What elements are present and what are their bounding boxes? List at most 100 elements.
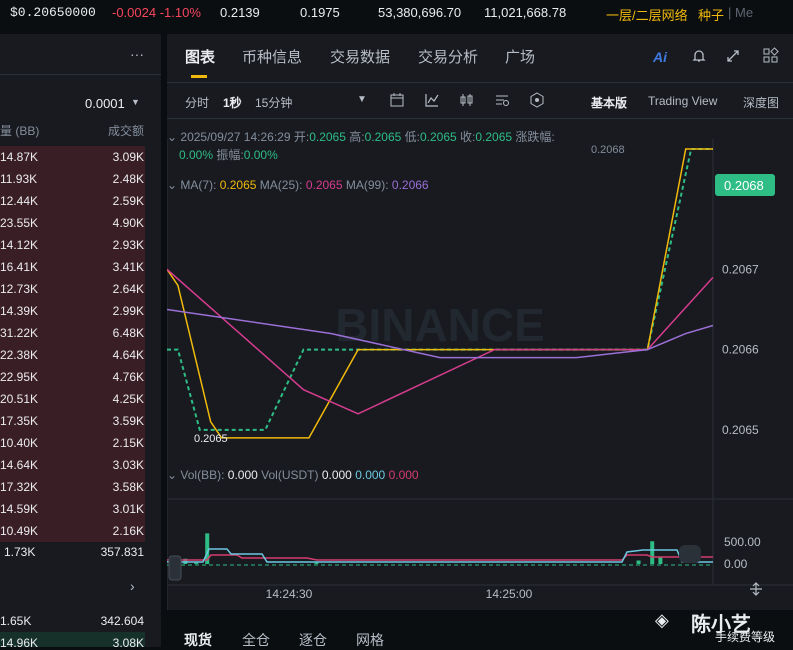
interval-15m-button[interactable]: 15分钟 (255, 94, 292, 111)
ask-row[interactable]: 17.35K 3.59K (0, 410, 161, 432)
tab-isolated-margin[interactable]: 逐仓 (299, 630, 327, 650)
chevron-right-icon[interactable]: › (130, 578, 135, 594)
view-basic-button[interactable]: 基本版 (591, 94, 627, 111)
hexagon-icon[interactable] (529, 92, 545, 108)
settings-icon[interactable] (494, 92, 510, 108)
col-total-header: 成交额 (107, 124, 144, 138)
ask-row[interactable]: 22.38K 4.64K (0, 344, 161, 366)
col-qty-header: 量 (BB) (0, 124, 40, 138)
ask-row[interactable]: 12.44K 2.59K (0, 190, 161, 212)
vol-axis-tick: 0.00 (724, 557, 748, 571)
collapse-icon[interactable]: ⌄ (167, 468, 177, 482)
ask-row[interactable]: 14.12K 2.93K (0, 234, 161, 256)
vol-ma-line (167, 554, 713, 561)
ask-total: 6.48K (112, 326, 144, 340)
ask-row[interactable]: 12.73K 2.64K (0, 278, 161, 300)
mid-row[interactable]: 1.73K 357.831 (0, 541, 161, 563)
ask-row[interactable]: 14.87K 3.09K (0, 146, 161, 168)
calendar-icon[interactable] (389, 92, 405, 108)
ask-total: 2.93K (112, 238, 144, 252)
vol-quote-label: Vol(USDT) (261, 468, 319, 482)
ask-row[interactable]: 14.64K 3.03K (0, 454, 161, 476)
ask-row[interactable]: 14.39K 2.99K (0, 300, 161, 322)
mid-qty: 1.73K (4, 545, 36, 559)
bid-row[interactable]: 14.96K 3.08K (0, 632, 161, 647)
ask-qty: 14.39K (0, 304, 39, 318)
ask-row[interactable]: 16.41K 3.41K (0, 256, 161, 278)
ask-row[interactable]: 17.32K 3.58K (0, 476, 161, 498)
ask-total: 4.25K (112, 392, 144, 406)
ask-qty: 22.38K (0, 348, 39, 362)
low-marker-label: 0.2065 (194, 433, 228, 445)
ticker-tag-more[interactable]: | Me (728, 5, 753, 20)
ask-row[interactable]: 11.93K 2.48K (0, 168, 161, 190)
view-tradingview-button[interactable]: Trading View (648, 94, 717, 108)
time-sharing-button[interactable]: 分时 (185, 94, 209, 111)
ask-total: 3.01K (112, 502, 144, 516)
price-axis-tick: 0.2066 (722, 343, 759, 357)
bid-total: 342.604 (100, 614, 144, 628)
ask-row[interactable]: 31.22K 6.48K (0, 322, 161, 344)
chevron-down-icon[interactable]: ▼ (131, 97, 140, 107)
price-axis-tick: 0.2067 (722, 262, 759, 276)
price-chart[interactable]: BINANCE 0.2067 0.2066 0.2065 14:24:30 14:25:0… (167, 119, 793, 610)
ask-qty: 11.93K (0, 172, 38, 186)
view-depth-button[interactable]: 深度图 (743, 94, 779, 111)
tab-chart[interactable]: 图表 (185, 46, 215, 67)
current-price-label: 0.2068 (724, 178, 764, 193)
precision-select[interactable]: 0.0001 (85, 96, 125, 111)
scroll-right-button (679, 545, 701, 563)
ask-row[interactable]: 20.51K 4.25K (0, 388, 161, 410)
ask-row[interactable]: 10.40K 2.15K (0, 432, 161, 454)
ticker-tag[interactable]: 一层/二层网络 (606, 5, 688, 24)
indicator-icon[interactable] (424, 92, 440, 108)
ticker-change: -0.0024 -1.10% (112, 5, 201, 20)
price-line (167, 148, 713, 431)
ask-row[interactable]: 10.49K 2.16K (0, 520, 161, 542)
tab-trading-data[interactable]: 交易数据 (330, 46, 390, 67)
vol-ma1-value: 0.000 (355, 468, 386, 482)
tab-spot[interactable]: 现货 (184, 630, 212, 650)
volume-bar (314, 562, 319, 564)
ticker-tag-seed[interactable]: 种子 (698, 5, 724, 24)
tab-coin-info[interactable]: 币种信息 (242, 46, 302, 67)
bid-total: 3.08K (112, 636, 144, 647)
tab-grid[interactable]: 网格 (356, 630, 384, 650)
watermark-sub: 手续费等级 (715, 630, 776, 644)
chart-panel: 图表 币种信息 交易数据 交易分析 广场 Ai 分时 1秒 15分钟 ▼ 基本版… (167, 34, 793, 610)
vol-quote-value: 0.000 (321, 468, 352, 482)
ai-icon[interactable]: Ai (653, 49, 667, 65)
ask-qty: 17.35K (0, 414, 39, 428)
divider (167, 82, 793, 83)
vol-base-label: Vol(BB): (180, 468, 225, 482)
ask-row[interactable]: 14.59K 3.01K (0, 498, 161, 520)
tab-cross-margin[interactable]: 全仓 (242, 630, 270, 650)
ask-total: 3.59K (112, 414, 144, 428)
expand-icon[interactable] (725, 48, 741, 64)
volume-bar (658, 557, 663, 564)
tab-trading-analysis[interactable]: 交易分析 (418, 46, 478, 67)
ask-qty: 14.87K (0, 150, 39, 164)
ask-total: 3.09K (112, 150, 144, 164)
candlestick-icon[interactable] (459, 92, 475, 108)
ask-qty: 12.44K (0, 194, 39, 208)
tab-square[interactable]: 广场 (505, 46, 535, 67)
volume-bar (194, 562, 199, 564)
ask-row[interactable]: 23.55K 4.90K (0, 212, 161, 234)
ask-row[interactable]: 22.95K 4.76K (0, 366, 161, 388)
more-icon[interactable]: ··· (130, 46, 144, 62)
ask-qty: 14.12K (0, 238, 39, 252)
grid-icon[interactable] (762, 47, 780, 65)
ticker-price: $0.20650000 (10, 5, 96, 20)
ask-total: 2.16K (112, 524, 144, 538)
bid-row[interactable]: 1.65K 342.604 (0, 610, 161, 632)
ask-qty: 14.59K (0, 502, 39, 516)
interval-dropdown-icon[interactable]: ▼ (357, 94, 367, 105)
mid-total: 357.831 (100, 545, 144, 559)
auto-scale-icon[interactable] (748, 581, 764, 597)
ask-total: 2.99K (112, 304, 144, 318)
bell-icon[interactable] (691, 48, 707, 64)
binance-watermark: BINANCE (335, 299, 545, 351)
interval-1s-button[interactable]: 1秒 (223, 94, 242, 111)
divider (0, 74, 161, 75)
